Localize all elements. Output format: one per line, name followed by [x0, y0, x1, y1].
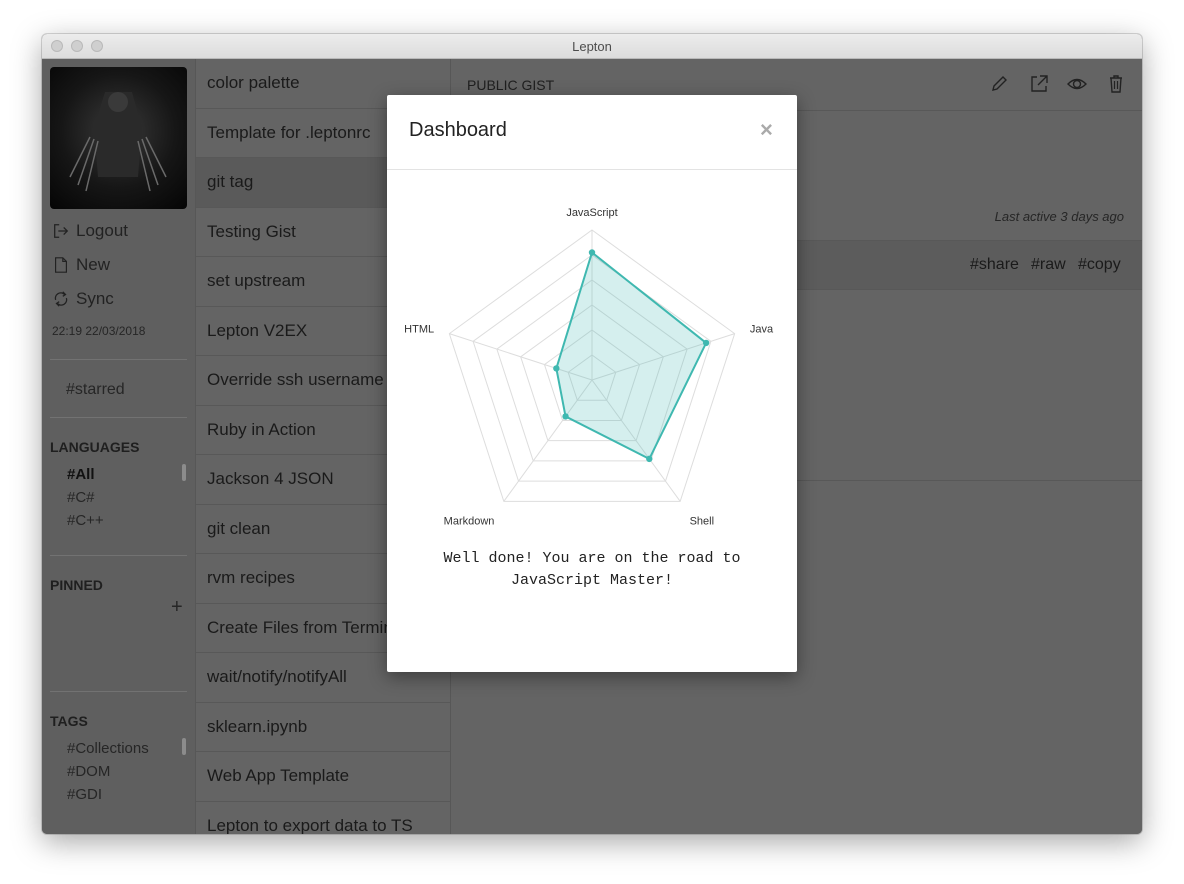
window-title: Lepton: [572, 39, 612, 54]
sync-label: Sync: [76, 289, 114, 308]
sync-button[interactable]: Sync: [52, 289, 114, 309]
sync-icon: [54, 291, 68, 307]
avatar: [50, 67, 187, 209]
share-link[interactable]: #share: [970, 256, 1019, 274]
radar-axis-label: JavaScript: [566, 207, 617, 219]
new-label: New: [76, 255, 111, 274]
radar-point: [553, 365, 560, 372]
radar-point: [588, 249, 596, 256]
radar-axis-label: Java: [750, 324, 774, 336]
trash-icon[interactable]: [1105, 73, 1127, 95]
modal-title: Dashboard: [409, 119, 507, 141]
avatar-image: [69, 92, 167, 192]
sidebar-divider: [50, 359, 187, 360]
gist-list-item[interactable]: Web App Template: [196, 752, 450, 802]
language-item-csharp[interactable]: #C#: [67, 489, 95, 506]
radar-axis-label: HTML: [404, 324, 434, 336]
sidebar-divider: [50, 691, 187, 692]
new-file-icon: [55, 257, 67, 273]
tags-header: TAGS: [50, 713, 88, 729]
sync-timestamp: 22:19 22/03/2018: [52, 324, 146, 338]
radar-axis-label: Shell: [690, 515, 714, 527]
dashboard-modal: Dashboard × JavaScript Java Shell Markdown H…: [387, 95, 797, 672]
languages-scrollbar[interactable]: [182, 464, 186, 481]
title-bar: Lepton: [42, 34, 1142, 59]
modal-message-line: JavaScript Master!: [510, 572, 674, 589]
radar-chart: JavaScript Java Shell Markdown HTML: [404, 207, 774, 527]
pencil-icon[interactable]: [988, 73, 1010, 95]
tag-item[interactable]: #GDI: [67, 786, 102, 803]
modal-close-button[interactable]: ×: [760, 117, 773, 143]
eye-icon[interactable]: [1066, 73, 1088, 95]
modal-message-line: Well done! You are on the road to: [443, 550, 741, 567]
language-item-cpp[interactable]: #C++: [67, 512, 104, 529]
sidebar: Logout New Sync 22:19 22/03/2018 #starre…: [42, 59, 196, 834]
pinned-header: PINNED: [50, 577, 103, 593]
raw-link[interactable]: #raw: [1031, 256, 1066, 274]
radar-point: [702, 339, 710, 347]
starred-filter[interactable]: #starred: [66, 381, 125, 399]
gist-list-item[interactable]: sklearn.ipynb: [196, 703, 450, 752]
external-link-icon[interactable]: [1028, 73, 1050, 95]
add-pinned-button[interactable]: +: [171, 596, 183, 619]
language-item-all[interactable]: #All: [67, 466, 95, 483]
modal-message: Well done! You are on the road to JavaSc…: [407, 548, 777, 592]
tag-item[interactable]: #Collections: [67, 740, 149, 757]
sidebar-divider: [50, 555, 187, 556]
sidebar-divider: [50, 417, 187, 418]
tags-scrollbar[interactable]: [182, 738, 186, 755]
languages-header: LANGUAGES: [50, 439, 140, 455]
copy-link[interactable]: #copy: [1078, 256, 1121, 274]
gist-list-item[interactable]: Lepton to export data to TS: [196, 802, 450, 834]
gist-visibility-label: PUBLIC GIST: [467, 77, 555, 93]
tag-item[interactable]: #DOM: [67, 763, 110, 780]
radar-axis-label: Markdown: [444, 515, 495, 527]
logout-button[interactable]: Logout: [52, 221, 128, 241]
radar-series-area: [555, 250, 708, 461]
radar-point: [646, 455, 653, 463]
radar-series: [553, 249, 710, 463]
last-active-text: Last active 3 days ago: [994, 209, 1124, 224]
new-gist-button[interactable]: New: [52, 255, 110, 275]
logout-label: Logout: [76, 221, 128, 240]
logout-icon: [54, 224, 69, 238]
radar-point: [562, 413, 569, 420]
